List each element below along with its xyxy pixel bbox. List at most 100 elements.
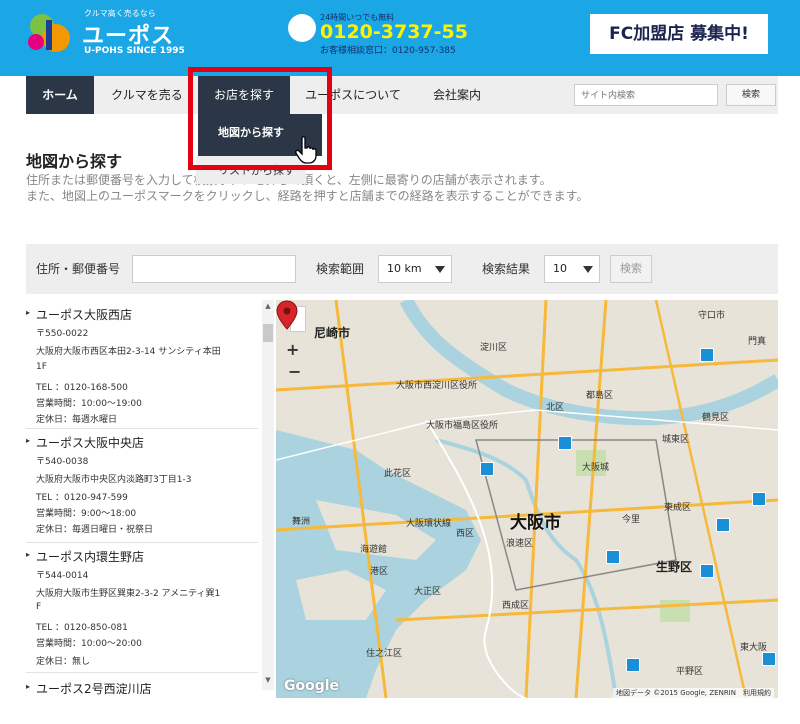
site-logo[interactable]: クルマ高く売るなら ユーポス U-POHS SINCE 1995 bbox=[26, 6, 186, 66]
phone-sub: お客様相談窓口：0120-957-385 bbox=[320, 46, 456, 56]
page-description: 住所または郵便番号を入力して検索ボタンを押して頂くと、左側に最寄りの店舗が表示さ… bbox=[26, 172, 766, 204]
range-label: 検索範囲 bbox=[316, 262, 365, 276]
desc-line-1: 住所または郵便番号を入力して検索ボタンを押して頂くと、左側に最寄りの店舗が表示さ… bbox=[26, 172, 766, 188]
map-label-fukushima: 大阪市福島区役所 bbox=[426, 421, 499, 431]
store-marker-icon[interactable] bbox=[752, 492, 766, 506]
scroll-down-icon[interactable]: ▼ bbox=[262, 676, 274, 686]
map-label-osaka-city: 大阪市 bbox=[510, 513, 561, 533]
list-divider bbox=[26, 672, 258, 673]
nav-sell-car[interactable]: クルマを売る bbox=[102, 76, 192, 114]
phone-number[interactable]: 0120-3737-55 bbox=[320, 21, 468, 43]
map-label-kaiyukan: 海遊館 bbox=[360, 545, 388, 555]
site-header: クルマ高く売るなら ユーポス U-POHS SINCE 1995 24時間いつで… bbox=[0, 0, 800, 76]
map-label-maishima: 舞洲 bbox=[292, 517, 311, 527]
phone-contact: 24時間いつでも無料 0120-3737-55 お客様相談窓口：0120-957… bbox=[288, 10, 488, 60]
map-label-suminoe: 住之江区 bbox=[366, 649, 403, 659]
nav-company[interactable]: 会社案内 bbox=[420, 76, 494, 114]
nav-find-store[interactable]: お店を探す bbox=[198, 76, 290, 114]
form-search-button[interactable]: 検索 bbox=[610, 255, 652, 283]
store-marker-icon[interactable] bbox=[700, 348, 714, 362]
shop-address: 1F bbox=[36, 362, 47, 372]
shop-address: F bbox=[36, 602, 42, 612]
result-label: 検索結果 bbox=[482, 262, 531, 276]
shop-hours: 営業時間：10:00～19:00 bbox=[36, 399, 142, 409]
map-label-nishiyodogawa: 大阪市西淀川区役所 bbox=[396, 381, 478, 391]
shop-tel: TEL ：0120-850-081 bbox=[36, 623, 128, 633]
shop-name[interactable]: ユーポス内環生野店 bbox=[26, 548, 144, 565]
scroll-up-icon[interactable]: ▲ bbox=[262, 302, 274, 312]
shop-hours: 営業時間：10:00～20:00 bbox=[36, 639, 142, 649]
logo-since: U-POHS SINCE 1995 bbox=[84, 46, 185, 56]
map-label-miyakojima: 都島区 bbox=[586, 391, 614, 401]
shop-name[interactable]: ユーポス大阪西店 bbox=[26, 306, 132, 323]
list-divider bbox=[26, 428, 258, 429]
page-title: 地図から探す bbox=[26, 152, 123, 171]
list-scrollbar[interactable]: ▲ ▼ bbox=[262, 300, 274, 690]
range-select[interactable]: 10 km bbox=[378, 255, 452, 283]
map-label-osakajo: 大阪城 bbox=[582, 463, 610, 473]
map-label-amagasaki: 尼崎市 bbox=[314, 326, 351, 340]
location-pin-icon bbox=[276, 300, 298, 330]
range-value: 10 km bbox=[387, 262, 422, 275]
main-nav: ホーム クルマを売る お店を探す ユーポスについて 会社案内 検索 bbox=[26, 76, 778, 114]
list-item[interactable]: ユーポス内環生野店 〒544-0014 大阪府大阪市生野区巽東2-3-2 アメニ… bbox=[26, 548, 258, 672]
store-marker-icon[interactable] bbox=[762, 652, 776, 666]
map-label-kadoma: 門真 bbox=[748, 337, 767, 347]
list-item[interactable]: ユーポス2号西淀川店 bbox=[26, 680, 258, 698]
map-label-ikuno: 生野区 bbox=[656, 560, 693, 574]
shop-postal: 〒540-0038 bbox=[36, 457, 89, 467]
shop-hours: 営業時間：9:00～18:00 bbox=[36, 509, 137, 519]
map-label-higashinari: 東成区 bbox=[664, 503, 692, 513]
map-label-kitaku: 北区 bbox=[546, 403, 565, 413]
dropdown-item-list[interactable]: リストから探す bbox=[196, 156, 306, 184]
shop-name[interactable]: ユーポス大阪中央店 bbox=[26, 434, 144, 451]
map-label-nishinari: 西成区 bbox=[502, 601, 530, 611]
map-label-kanjo: 大阪環状線 bbox=[406, 519, 452, 529]
desc-line-2: また、地図上のユーポスマークをクリックし、経路を押すと店舗までの経路を表示するこ… bbox=[26, 189, 589, 203]
chevron-down-icon bbox=[435, 266, 445, 273]
fc-recruit-banner[interactable]: FC加盟店 募集中! bbox=[590, 14, 768, 54]
shop-holiday: 定休日：毎週水曜日 bbox=[36, 415, 118, 425]
shop-address: 大阪府大阪市西区本田2-3-14 サンシティ本田 bbox=[36, 347, 221, 357]
zoom-out-button[interactable]: − bbox=[288, 362, 301, 381]
map-label-nishi-ku: 西区 bbox=[456, 529, 475, 539]
store-marker-icon[interactable] bbox=[480, 462, 494, 476]
store-marker-icon[interactable] bbox=[700, 564, 714, 578]
shop-address: 大阪府大阪市生野区巽東2-3-2 アメニティ巽1 bbox=[36, 589, 221, 599]
result-value: 10 bbox=[553, 262, 567, 275]
shop-postal: 〒544-0014 bbox=[36, 571, 89, 581]
list-item[interactable]: ユーポス大阪西店 〒550-0022 大阪府大阪市西区本田2-3-14 サンシテ… bbox=[26, 306, 258, 430]
result-select[interactable]: 10 bbox=[544, 255, 600, 283]
shop-tel: TEL ：0120-947-599 bbox=[36, 493, 128, 503]
shop-name[interactable]: ユーポス2号西淀川店 bbox=[26, 680, 152, 697]
zoom-in-button[interactable]: + bbox=[286, 340, 299, 359]
shop-address: 大阪府大阪市中央区内淡路町3丁目1-3 bbox=[36, 475, 192, 485]
store-marker-icon[interactable] bbox=[716, 518, 730, 532]
address-input[interactable] bbox=[132, 255, 296, 283]
store-map[interactable]: + − 尼崎市 淀川区 守口市 門真 都島区 鶴見区 城東区 大阪市西淀川区役所… bbox=[276, 300, 778, 698]
map-label-imazato: 今里 bbox=[622, 515, 641, 525]
list-divider bbox=[26, 542, 258, 543]
shop-holiday: 定休日：無し bbox=[36, 657, 91, 667]
search-form: 住所・郵便番号 検索範囲 10 km 検索結果 10 検索 bbox=[26, 244, 778, 294]
shop-list[interactable]: ユーポス大阪西店 〒550-0022 大阪府大阪市西区本田2-3-14 サンシテ… bbox=[26, 300, 274, 698]
shop-tel: TEL ：0120-168-500 bbox=[36, 383, 128, 393]
nav-about[interactable]: ユーポスについて bbox=[298, 76, 408, 114]
map-label-joto: 城東区 bbox=[662, 435, 690, 445]
nav-home[interactable]: ホーム bbox=[26, 76, 94, 114]
scroll-thumb[interactable] bbox=[263, 324, 273, 342]
store-marker-icon[interactable] bbox=[626, 658, 640, 672]
site-search-input[interactable] bbox=[574, 84, 718, 106]
store-marker-icon[interactable] bbox=[606, 550, 620, 564]
map-label-konohana: 此花区 bbox=[384, 469, 412, 479]
map-label-taisho: 大正区 bbox=[414, 587, 442, 597]
map-label-minato: 港区 bbox=[370, 567, 389, 577]
store-marker-icon[interactable] bbox=[558, 436, 572, 450]
logo-mark-icon bbox=[28, 14, 70, 52]
map-attribution[interactable]: 地図データ ©2015 Google, ZENRIN 利用規約 bbox=[612, 688, 774, 698]
shop-holiday: 定休日：毎週日曜日・祝祭日 bbox=[36, 525, 154, 535]
shop-postal: 〒550-0022 bbox=[36, 329, 89, 339]
site-search-button[interactable]: 検索 bbox=[726, 84, 776, 106]
chevron-down-icon bbox=[583, 266, 593, 273]
list-item[interactable]: ユーポス大阪中央店 〒540-0038 大阪府大阪市中央区内淡路町3丁目1-3 … bbox=[26, 434, 258, 544]
